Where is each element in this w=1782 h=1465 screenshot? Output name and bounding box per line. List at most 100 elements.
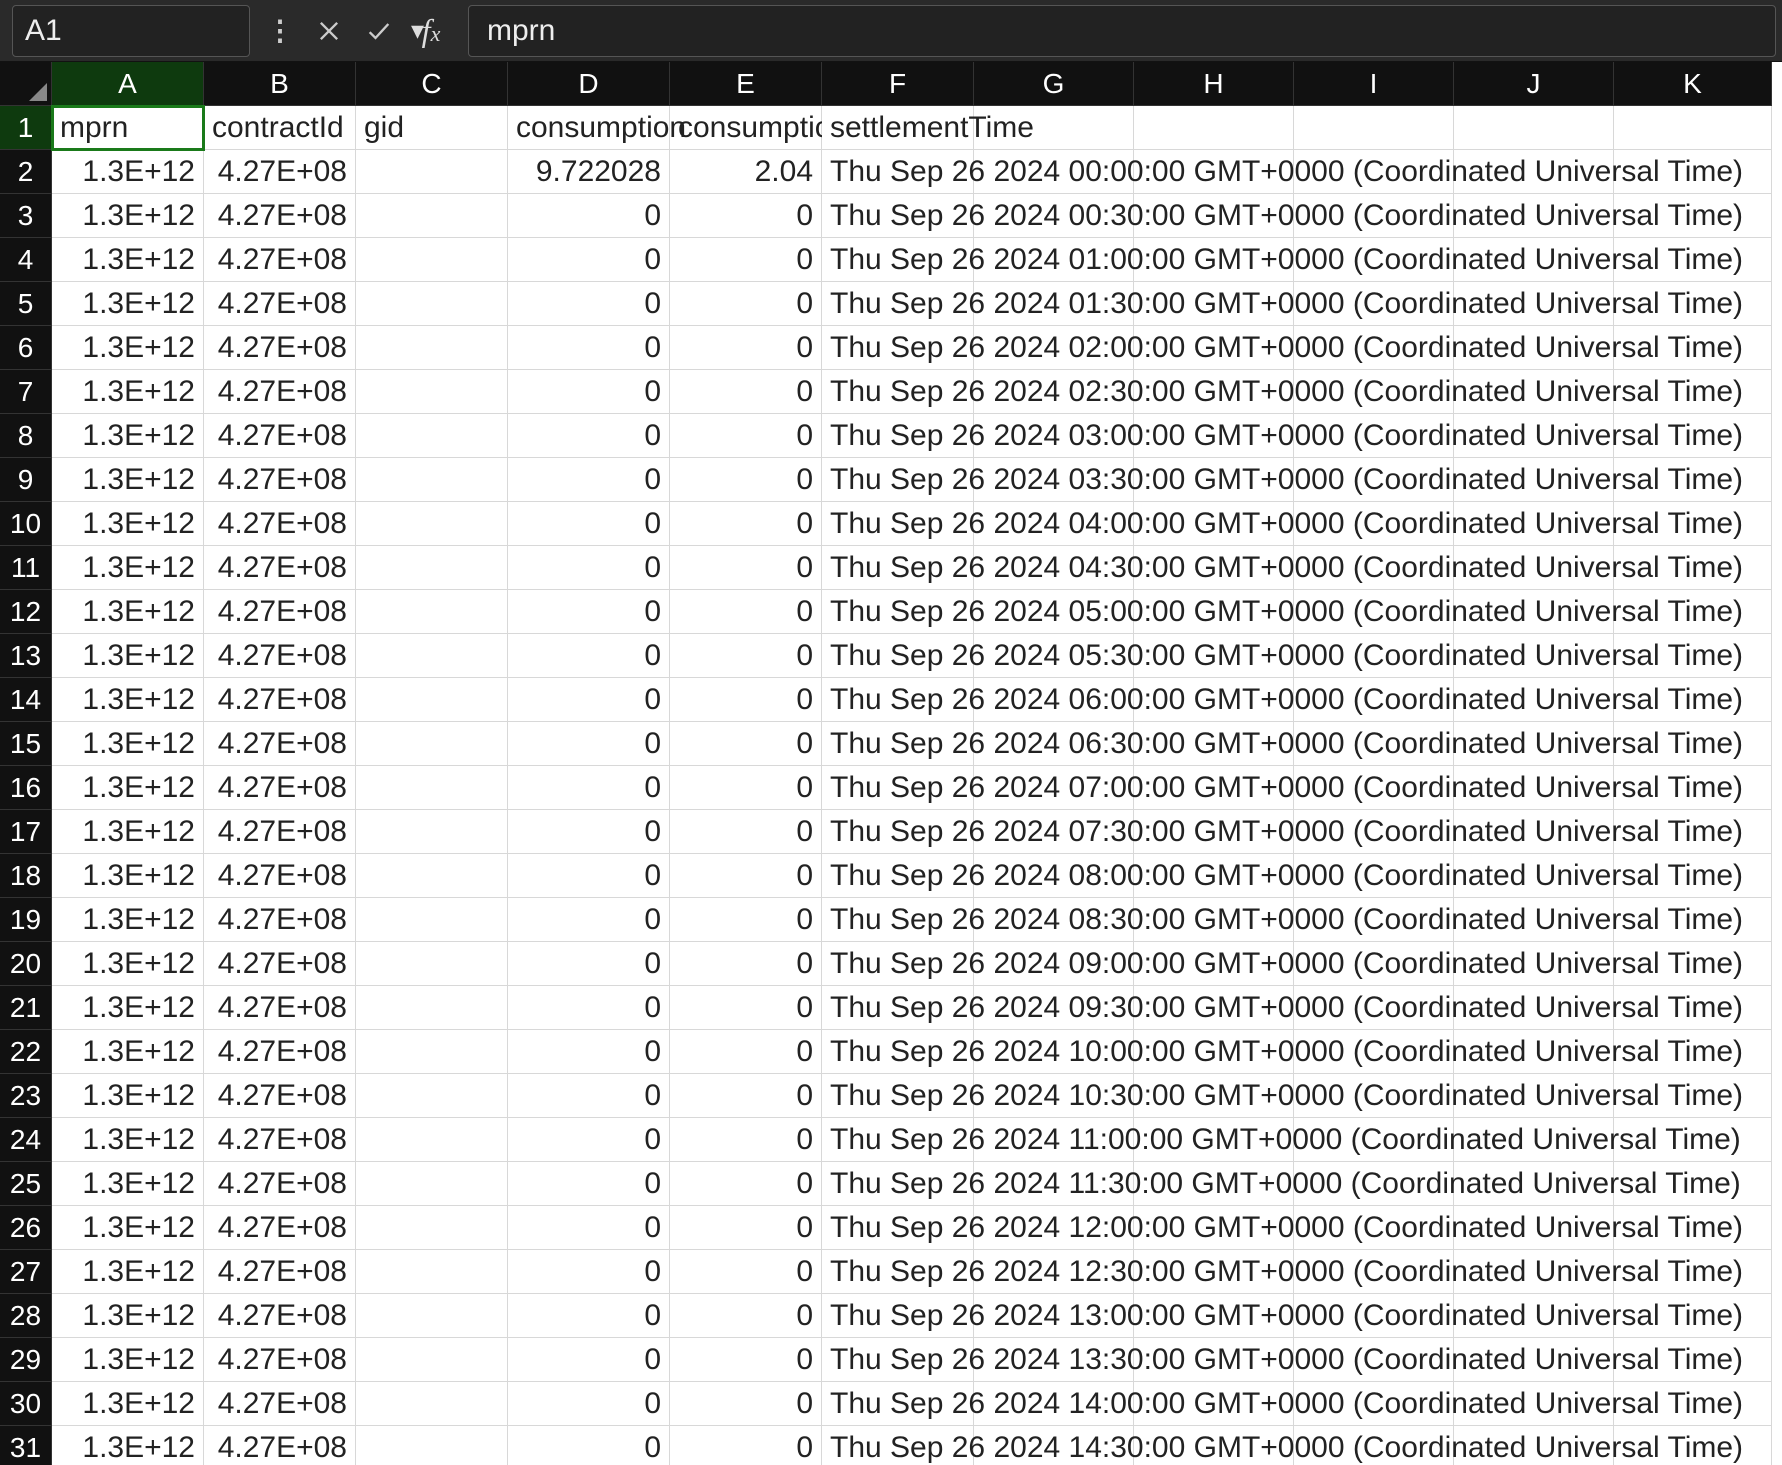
row-header-12[interactable]: 12 <box>0 590 52 634</box>
cell-A3[interactable]: 1.3E+12 <box>52 194 204 238</box>
cell-A1[interactable]: mprn <box>52 106 204 150</box>
cell-C11[interactable] <box>356 546 508 590</box>
cell-D21[interactable]: 0 <box>508 986 670 1030</box>
cell-F9[interactable]: Thu Sep 26 2024 03:30:00 GMT+0000 (Coord… <box>822 458 974 502</box>
cell-E7[interactable]: 0 <box>670 370 822 414</box>
cell-E16[interactable]: 0 <box>670 766 822 810</box>
cell-D2[interactable]: 9.722028 <box>508 150 670 194</box>
column-header-F[interactable]: F <box>822 62 974 106</box>
row-header-21[interactable]: 21 <box>0 986 52 1030</box>
cell-D29[interactable]: 0 <box>508 1338 670 1382</box>
cell-C4[interactable] <box>356 238 508 282</box>
cell-E21[interactable]: 0 <box>670 986 822 1030</box>
cell-F17[interactable]: Thu Sep 26 2024 07:30:00 GMT+0000 (Coord… <box>822 810 974 854</box>
cell-E20[interactable]: 0 <box>670 942 822 986</box>
cell-A31[interactable]: 1.3E+12 <box>52 1426 204 1465</box>
cell-A17[interactable]: 1.3E+12 <box>52 810 204 854</box>
cell-C12[interactable] <box>356 590 508 634</box>
cell-B9[interactable]: 4.27E+08 <box>204 458 356 502</box>
cell-B16[interactable]: 4.27E+08 <box>204 766 356 810</box>
cell-E22[interactable]: 0 <box>670 1030 822 1074</box>
cell-E18[interactable]: 0 <box>670 854 822 898</box>
cell-A21[interactable]: 1.3E+12 <box>52 986 204 1030</box>
column-header-J[interactable]: J <box>1454 62 1614 106</box>
cell-D22[interactable]: 0 <box>508 1030 670 1074</box>
cell-A24[interactable]: 1.3E+12 <box>52 1118 204 1162</box>
cell-C19[interactable] <box>356 898 508 942</box>
cell-E11[interactable]: 0 <box>670 546 822 590</box>
column-header-D[interactable]: D <box>508 62 670 106</box>
cell-D11[interactable]: 0 <box>508 546 670 590</box>
cell-A18[interactable]: 1.3E+12 <box>52 854 204 898</box>
cell-F6[interactable]: Thu Sep 26 2024 02:00:00 GMT+0000 (Coord… <box>822 326 974 370</box>
cell-C24[interactable] <box>356 1118 508 1162</box>
cell-A10[interactable]: 1.3E+12 <box>52 502 204 546</box>
cell-D7[interactable]: 0 <box>508 370 670 414</box>
cell-F11[interactable]: Thu Sep 26 2024 04:30:00 GMT+0000 (Coord… <box>822 546 974 590</box>
row-header-29[interactable]: 29 <box>0 1338 52 1382</box>
cell-A28[interactable]: 1.3E+12 <box>52 1294 204 1338</box>
cell-B4[interactable]: 4.27E+08 <box>204 238 356 282</box>
cell-C15[interactable] <box>356 722 508 766</box>
cell-F27[interactable]: Thu Sep 26 2024 12:30:00 GMT+0000 (Coord… <box>822 1250 974 1294</box>
cell-A8[interactable]: 1.3E+12 <box>52 414 204 458</box>
row-header-4[interactable]: 4 <box>0 238 52 282</box>
cell-B2[interactable]: 4.27E+08 <box>204 150 356 194</box>
cell-D18[interactable]: 0 <box>508 854 670 898</box>
formula-input[interactable] <box>487 14 1775 48</box>
cell-C27[interactable] <box>356 1250 508 1294</box>
cell-E1[interactable]: consumptic <box>670 106 822 150</box>
cell-D3[interactable]: 0 <box>508 194 670 238</box>
cell-F26[interactable]: Thu Sep 26 2024 12:00:00 GMT+0000 (Coord… <box>822 1206 974 1250</box>
cell-B15[interactable]: 4.27E+08 <box>204 722 356 766</box>
cell-E8[interactable]: 0 <box>670 414 822 458</box>
cell-E25[interactable]: 0 <box>670 1162 822 1206</box>
cancel-icon[interactable] <box>306 8 352 54</box>
cell-F14[interactable]: Thu Sep 26 2024 06:00:00 GMT+0000 (Coord… <box>822 678 974 722</box>
cell-B27[interactable]: 4.27E+08 <box>204 1250 356 1294</box>
cell-C30[interactable] <box>356 1382 508 1426</box>
cell-D27[interactable]: 0 <box>508 1250 670 1294</box>
row-header-28[interactable]: 28 <box>0 1294 52 1338</box>
cell-B31[interactable]: 4.27E+08 <box>204 1426 356 1465</box>
cell-F19[interactable]: Thu Sep 26 2024 08:30:00 GMT+0000 (Coord… <box>822 898 974 942</box>
cell-B25[interactable]: 4.27E+08 <box>204 1162 356 1206</box>
row-header-7[interactable]: 7 <box>0 370 52 414</box>
cell-F8[interactable]: Thu Sep 26 2024 03:00:00 GMT+0000 (Coord… <box>822 414 974 458</box>
cell-C18[interactable] <box>356 854 508 898</box>
column-header-I[interactable]: I <box>1294 62 1454 106</box>
row-header-6[interactable]: 6 <box>0 326 52 370</box>
row-header-3[interactable]: 3 <box>0 194 52 238</box>
cell-F31[interactable]: Thu Sep 26 2024 14:30:00 GMT+0000 (Coord… <box>822 1426 974 1465</box>
cell-A23[interactable]: 1.3E+12 <box>52 1074 204 1118</box>
row-header-23[interactable]: 23 <box>0 1074 52 1118</box>
cell-C8[interactable] <box>356 414 508 458</box>
cell-A19[interactable]: 1.3E+12 <box>52 898 204 942</box>
cell-A12[interactable]: 1.3E+12 <box>52 590 204 634</box>
cell-B28[interactable]: 4.27E+08 <box>204 1294 356 1338</box>
cell-B29[interactable]: 4.27E+08 <box>204 1338 356 1382</box>
cell-D17[interactable]: 0 <box>508 810 670 854</box>
cell-D14[interactable]: 0 <box>508 678 670 722</box>
cell-D15[interactable]: 0 <box>508 722 670 766</box>
column-header-B[interactable]: B <box>204 62 356 106</box>
cell-C25[interactable] <box>356 1162 508 1206</box>
cell-B5[interactable]: 4.27E+08 <box>204 282 356 326</box>
cell-E6[interactable]: 0 <box>670 326 822 370</box>
cell-D13[interactable]: 0 <box>508 634 670 678</box>
cell-F7[interactable]: Thu Sep 26 2024 02:30:00 GMT+0000 (Coord… <box>822 370 974 414</box>
cell-E5[interactable]: 0 <box>670 282 822 326</box>
cell-E2[interactable]: 2.04 <box>670 150 822 194</box>
cell-F15[interactable]: Thu Sep 26 2024 06:30:00 GMT+0000 (Coord… <box>822 722 974 766</box>
cell-F13[interactable]: Thu Sep 26 2024 05:30:00 GMT+0000 (Coord… <box>822 634 974 678</box>
column-header-A[interactable]: A <box>52 62 204 106</box>
row-header-2[interactable]: 2 <box>0 150 52 194</box>
cell-D12[interactable]: 0 <box>508 590 670 634</box>
cell-F30[interactable]: Thu Sep 26 2024 14:00:00 GMT+0000 (Coord… <box>822 1382 974 1426</box>
cell-B13[interactable]: 4.27E+08 <box>204 634 356 678</box>
cell-F23[interactable]: Thu Sep 26 2024 10:30:00 GMT+0000 (Coord… <box>822 1074 974 1118</box>
cell-A4[interactable]: 1.3E+12 <box>52 238 204 282</box>
cell-E29[interactable]: 0 <box>670 1338 822 1382</box>
cell-D6[interactable]: 0 <box>508 326 670 370</box>
cell-E28[interactable]: 0 <box>670 1294 822 1338</box>
